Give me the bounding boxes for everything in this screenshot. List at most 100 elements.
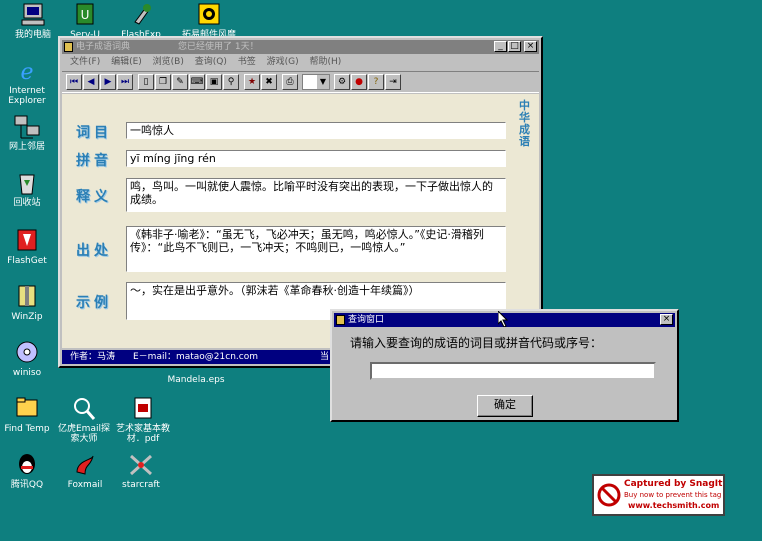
menu-game[interactable]: 游戏(G) (267, 57, 299, 67)
desktop-icon-label: FlashGet (7, 256, 47, 266)
recycle-bin-icon (19, 174, 35, 195)
desktop-icon-mail-app[interactable]: 拓易邮件风靡 (176, 2, 242, 40)
foxmail-icon (76, 455, 94, 475)
desktop-icon-internet-explorer[interactable]: e Internet Explorer (0, 58, 62, 106)
menu-edit[interactable]: 编辑(E) (111, 57, 142, 67)
query-prompt: 请输入要查询的成语的词目或拼音代码或序号： (350, 336, 603, 350)
chevron-down-icon: ▼ (317, 75, 329, 89)
side-title: 中华成语 (519, 99, 530, 148)
author-status: 作者：马涛 E－mail：matao@21cn.com (70, 352, 258, 362)
mouse-cursor-icon (498, 311, 508, 327)
mail-app-icon (198, 3, 220, 25)
snagit-watermark: Captured by SnagIt Buy now to prevent th… (592, 474, 725, 516)
desktop-icon-label: WinZip (11, 312, 43, 322)
menu-help[interactable]: 帮助(H) (310, 57, 342, 67)
desktop-icon-starcraft[interactable]: starcraft (108, 452, 174, 490)
last-record-icon[interactable]: ⏭ (117, 74, 133, 90)
svg-text:U: U (81, 8, 90, 22)
dialog-icon (336, 315, 345, 325)
desktop-icon-label: 网上邻居 (8, 142, 45, 152)
desktop-icon-flashfxp[interactable]: FlashFxp (108, 2, 174, 40)
desktop-icon-find-temp[interactable]: Find Temp (0, 396, 62, 434)
svg-text:e: e (20, 60, 33, 84)
word-label: 词目 (76, 125, 112, 141)
desktop-icon-winiso[interactable]: winiso (0, 340, 62, 378)
keyboard-icon[interactable]: ⌨ (189, 74, 205, 90)
meaning-label: 释义 (76, 189, 112, 205)
email-explorer-icon (74, 398, 96, 420)
desktop-icon-label: Find Temp (4, 424, 50, 434)
serv-u-icon: U (76, 3, 94, 25)
toolbar: ⏮ ◀ ▶ ⏭ ▯ ❐ ✎ ⌨ ▣ ⚲ ★ ✖ ⎙ ▼ ⚙ ● ? ⇥ (62, 71, 539, 93)
stop-icon[interactable]: ● (351, 74, 367, 90)
delete-icon[interactable]: ✖ (261, 74, 277, 90)
desktop-icon-label: starcraft (122, 480, 160, 490)
desktop-icon-eps-file[interactable]: Mandela.eps (166, 375, 226, 385)
menu-bookmark[interactable]: 书签 (238, 57, 256, 67)
bookmark-icon[interactable]: ★ (244, 74, 260, 90)
menu-browse[interactable]: 浏览(B) (153, 57, 184, 67)
meaning-field[interactable]: 鸣，鸟叫。一叫就使人震惊。比喻平时没有突出的表现，一下子做出惊人的成绩。 (126, 178, 506, 212)
desktop-icon-label: 艺术家基本教材．pdf (115, 424, 170, 444)
desktop-icon-label: Mandela.eps (167, 375, 225, 385)
snagit-line-2: Buy now to prevent this tag (624, 491, 722, 499)
menu-query[interactable]: 查询(Q) (195, 57, 227, 67)
menu-file[interactable]: 文件(F) (70, 57, 100, 67)
dialog-title: 查询窗口 (348, 315, 385, 325)
dialog-close-button[interactable]: × (660, 314, 673, 325)
find-icon[interactable]: ⚲ (223, 74, 239, 90)
source-label: 出处 (76, 243, 112, 259)
pdf-file-icon (134, 397, 152, 419)
maximize-button[interactable]: □ (508, 41, 521, 52)
window-title: 电子成语词典 (76, 42, 131, 52)
copy-icon[interactable]: ❐ (155, 74, 171, 90)
desktop-icon-label: 回收站 (13, 198, 41, 208)
next-record-icon[interactable]: ▶ (100, 74, 116, 90)
status-extra: 当 (320, 352, 330, 362)
desktop-icon-label: 亿虎Email探索大师 (58, 424, 110, 444)
desktop-icon-pdf-file[interactable]: 艺术家基本教材．pdf (110, 396, 176, 444)
desktop-icon-winzip[interactable]: WinZip (0, 284, 62, 322)
pinyin-label: 拼音 (76, 153, 112, 169)
internet-explorer-icon: e (20, 60, 33, 84)
flashget-icon (17, 229, 37, 251)
word-field[interactable]: 一鸣惊人 (126, 122, 506, 139)
record-selector-dropdown[interactable]: ▼ (302, 74, 330, 90)
network-neighborhood-icon (14, 115, 40, 139)
new-document-icon[interactable]: ▯ (138, 74, 154, 90)
close-button[interactable]: × (524, 41, 537, 52)
my-computer-icon (21, 3, 45, 26)
settings-icon[interactable]: ⚙ (334, 74, 350, 90)
print-icon[interactable]: ⎙ (282, 74, 298, 90)
find-temp-icon (16, 397, 38, 417)
usage-notice: 您已经使用了 1天！ (178, 42, 259, 52)
source-field[interactable]: 《韩非子·喻老》：“虽无飞，飞必冲天；虽无鸣，鸣必惊人。”《史记·滑稽列传》：“… (126, 226, 506, 272)
winzip-icon (18, 285, 36, 307)
pinyin-field[interactable]: yī míng jīng rén (126, 150, 506, 167)
save-icon[interactable]: ▣ (206, 74, 222, 90)
query-input[interactable] (370, 362, 656, 380)
winiso-icon (16, 341, 38, 363)
exit-icon[interactable]: ⇥ (385, 74, 401, 90)
snagit-line-3: www.techsmith.com (628, 501, 720, 510)
desktop-icon-recycle-bin[interactable]: 回收站 (0, 170, 62, 208)
ok-button[interactable]: 确定 (477, 395, 533, 417)
starcraft-icon (129, 454, 153, 476)
menu-bar: 文件(F) 编辑(E) 浏览(B) 查询(Q) 书签 游戏(G) 帮助(H) (62, 55, 539, 70)
first-record-icon[interactable]: ⏮ (66, 74, 82, 90)
dictionary-title-bar[interactable]: 电子成语词典 您已经使用了 1天！ _ □ × (62, 40, 539, 54)
desktop-icon-label: Internet Explorer (8, 86, 46, 106)
desktop-icon-network[interactable]: 网上邻居 (0, 114, 62, 152)
help-icon[interactable]: ? (368, 74, 384, 90)
desktop-icon-email-explorer[interactable]: 亿虎Email探索大师 (54, 396, 114, 444)
previous-record-icon[interactable]: ◀ (83, 74, 99, 90)
qq-icon (19, 454, 35, 474)
snagit-line-1: Captured by SnagIt (624, 479, 723, 489)
desktop-icon-flashget[interactable]: FlashGet (0, 228, 62, 266)
example-label: 示例 (76, 295, 112, 311)
minimize-button[interactable]: _ (494, 41, 507, 52)
flashfxp-icon (134, 4, 151, 25)
edit-icon[interactable]: ✎ (172, 74, 188, 90)
snagit-logo-icon (597, 483, 621, 507)
desktop-icon-label: winiso (12, 368, 42, 378)
